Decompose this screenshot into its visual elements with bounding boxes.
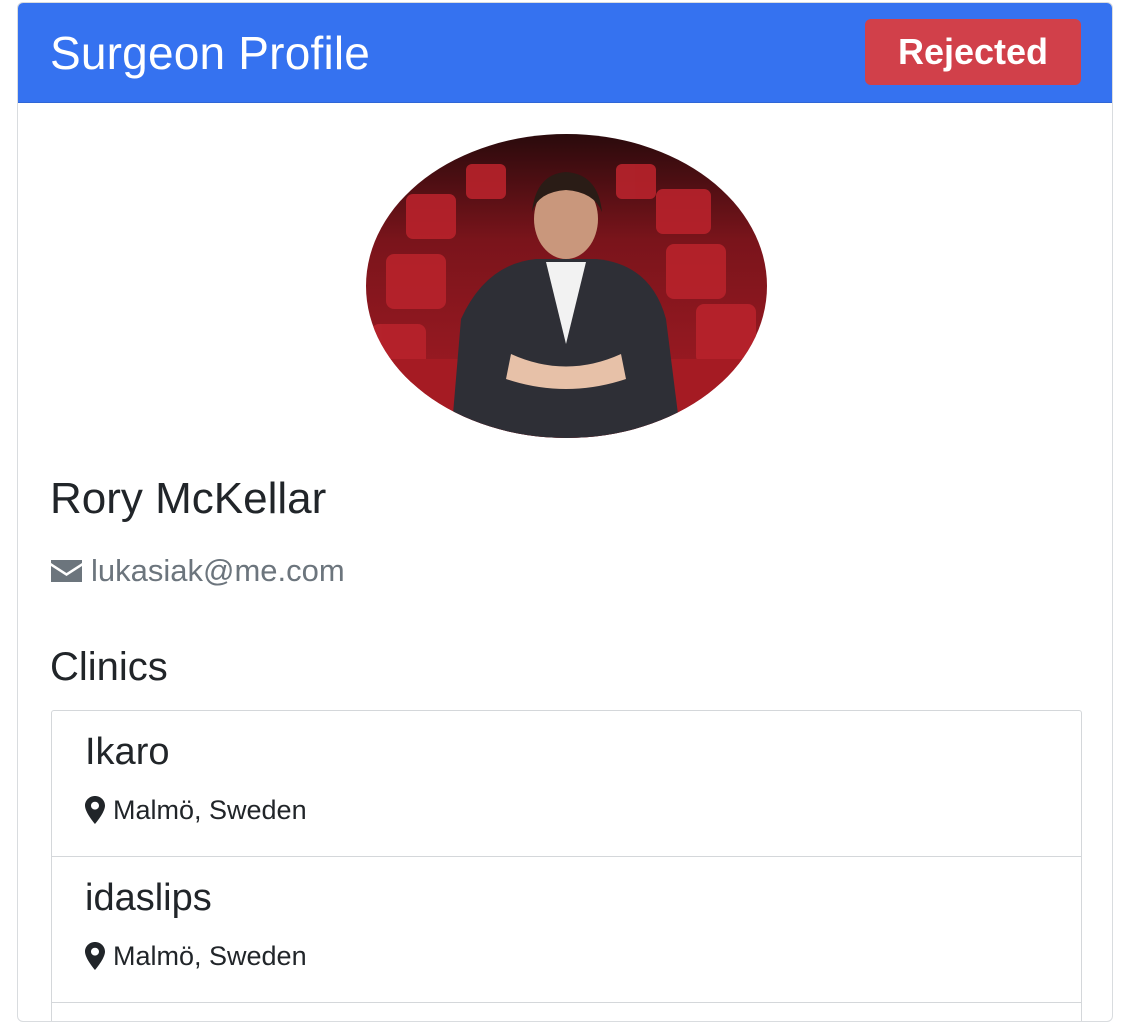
clinic-location: Malmö, Sweden xyxy=(85,939,307,973)
email-row[interactable]: lukasiak@me.com xyxy=(50,551,345,591)
map-pin-icon xyxy=(85,796,105,824)
map-pin-icon xyxy=(85,942,105,970)
surgeon-name: Rory McKellar xyxy=(50,474,327,523)
status-badge: Rejected xyxy=(865,19,1081,85)
page-title: Surgeon Profile xyxy=(50,27,371,79)
list-item[interactable]: Ikaro Malmö, Sweden xyxy=(52,711,1081,857)
card-header: Surgeon Profile Rejected xyxy=(18,3,1112,103)
clinic-location-text: Malmö, Sweden xyxy=(113,940,307,971)
email-link[interactable]: lukasiak@me.com xyxy=(91,553,345,589)
clinic-location: Malmö, Sweden xyxy=(85,793,307,827)
clinics-heading: Clinics xyxy=(50,645,168,689)
clinic-list: Ikaro Malmö, Sweden idaslips Malmö, Swed… xyxy=(51,710,1082,1021)
clinic-name: Ikaro xyxy=(85,731,170,773)
clinic-name: idaslips xyxy=(85,877,212,919)
avatar-photo xyxy=(366,134,767,438)
envelope-icon xyxy=(51,560,82,582)
clinic-location-text: Malmö, Sweden xyxy=(113,794,307,825)
surgeon-profile-card: Surgeon Profile Rejected Rory McKellar l… xyxy=(17,2,1113,1022)
avatar xyxy=(366,134,767,438)
list-item[interactable]: idaslips Malmö, Sweden xyxy=(52,857,1081,1003)
